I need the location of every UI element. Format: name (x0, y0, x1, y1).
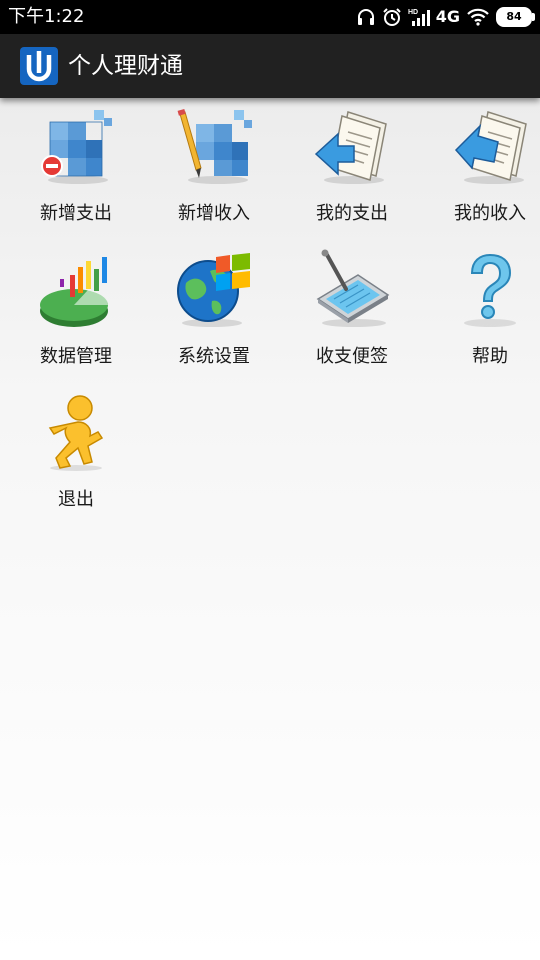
app-title: 个人理财通 (68, 53, 183, 79)
exit-icon (36, 392, 116, 472)
headphones-icon (356, 7, 376, 27)
data-management-icon (36, 249, 116, 329)
status-time: 下午1:22 (8, 6, 85, 27)
menu-item-exit[interactable]: 退出 (7, 384, 145, 524)
menu-item-label: 系统设置 (178, 346, 250, 367)
battery-icon: 84 (496, 7, 535, 27)
add-expense-icon (36, 106, 116, 186)
menu-item-add-expense[interactable]: 新增支出 (7, 98, 145, 238)
status-bar: 下午1:22 HD 4G 84 (0, 0, 540, 34)
alarm-icon (382, 7, 402, 27)
signal-icon: HD (408, 7, 430, 27)
menu-item-notes[interactable]: 收支便签 (283, 241, 421, 381)
help-icon (450, 249, 530, 329)
notes-icon (312, 249, 392, 329)
menu-item-system-settings[interactable]: 系统设置 (145, 241, 283, 381)
menu-item-label: 新增支出 (40, 203, 112, 224)
wifi-icon (466, 7, 490, 27)
menu-item-data-management[interactable]: 数据管理 (7, 241, 145, 381)
network-label: 4G (435, 7, 460, 26)
my-income-icon (450, 106, 530, 186)
status-icons: HD 4G 84 (356, 5, 535, 29)
menu-item-label: 我的支出 (316, 203, 388, 224)
menu-item-label: 数据管理 (40, 346, 112, 367)
menu-item-my-income[interactable]: 我的收入 (421, 98, 540, 238)
menu-item-label: 收支便签 (316, 346, 388, 367)
svg-text:HD: HD (408, 9, 418, 16)
my-expense-icon (312, 106, 392, 186)
system-settings-icon (174, 249, 254, 329)
menu-item-label: 帮助 (472, 346, 508, 367)
menu-item-label: 新增收入 (178, 203, 250, 224)
app-logo-icon (20, 47, 58, 85)
add-income-icon (174, 106, 254, 186)
menu-item-help[interactable]: 帮助 (421, 241, 540, 381)
menu-item-label: 我的收入 (454, 203, 526, 224)
menu-item-label: 退出 (58, 489, 94, 510)
app-bar: 个人理财通 (0, 34, 540, 98)
menu-item-add-income[interactable]: 新增收入 (145, 98, 283, 238)
menu-item-my-expense[interactable]: 我的支出 (283, 98, 421, 238)
